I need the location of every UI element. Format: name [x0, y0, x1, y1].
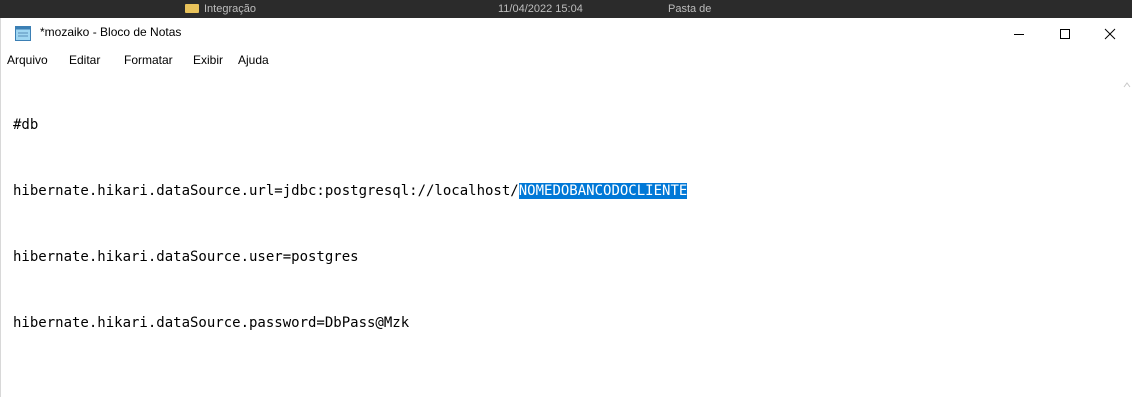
menu-bar: Arquivo Editar Formatar Exibir Ajuda — [1, 49, 1132, 69]
menu-editar[interactable]: Editar — [69, 53, 100, 67]
editor-line-text: hibernate.hikari.dataSource.url=jdbc:pos… — [13, 183, 519, 199]
background-window-strip: Integração 11/04/2022 15:04 Pasta de — [0, 0, 1132, 18]
editor-line: #db — [13, 117, 39, 133]
background-item-date: 11/04/2022 15:04 — [498, 3, 583, 15]
editor-line: hibernate.hikari.dataSource.user=postgre… — [13, 249, 359, 265]
notepad-window: *mozaiko - Bloco de Notas Arquivo Editar… — [0, 18, 1132, 397]
background-item-name: Integração — [204, 3, 256, 15]
folder-icon — [185, 4, 199, 13]
background-item-type: Pasta de — [668, 3, 712, 15]
close-button[interactable] — [1087, 18, 1132, 49]
menu-arquivo[interactable]: Arquivo — [7, 53, 48, 67]
notepad-icon — [15, 26, 31, 41]
text-editor[interactable]: #db hibernate.hikari.dataSource.url=jdbc… — [13, 70, 1123, 397]
menu-exibir[interactable]: Exibir — [193, 53, 223, 67]
editor-line: hibernate.hikari.dataSource.password=DbP… — [13, 315, 410, 331]
maximize-icon — [1060, 28, 1070, 39]
maximize-button[interactable] — [1042, 18, 1088, 49]
menu-formatar[interactable]: Formatar — [124, 53, 173, 67]
menu-ajuda[interactable]: Ajuda — [238, 53, 269, 67]
selected-text: NOMEDOBANCODOCLIENTE — [518, 183, 688, 199]
editor-line: hibernate.hikari.dataSource.url=jdbc:pos… — [13, 180, 1123, 202]
window-title: *mozaiko - Bloco de Notas — [40, 25, 182, 39]
scroll-up-icon[interactable] — [1123, 80, 1131, 90]
minimize-icon — [1014, 33, 1024, 35]
title-bar[interactable]: *mozaiko - Bloco de Notas — [1, 18, 1132, 49]
close-icon — [1104, 28, 1116, 39]
minimize-button[interactable] — [996, 18, 1042, 49]
